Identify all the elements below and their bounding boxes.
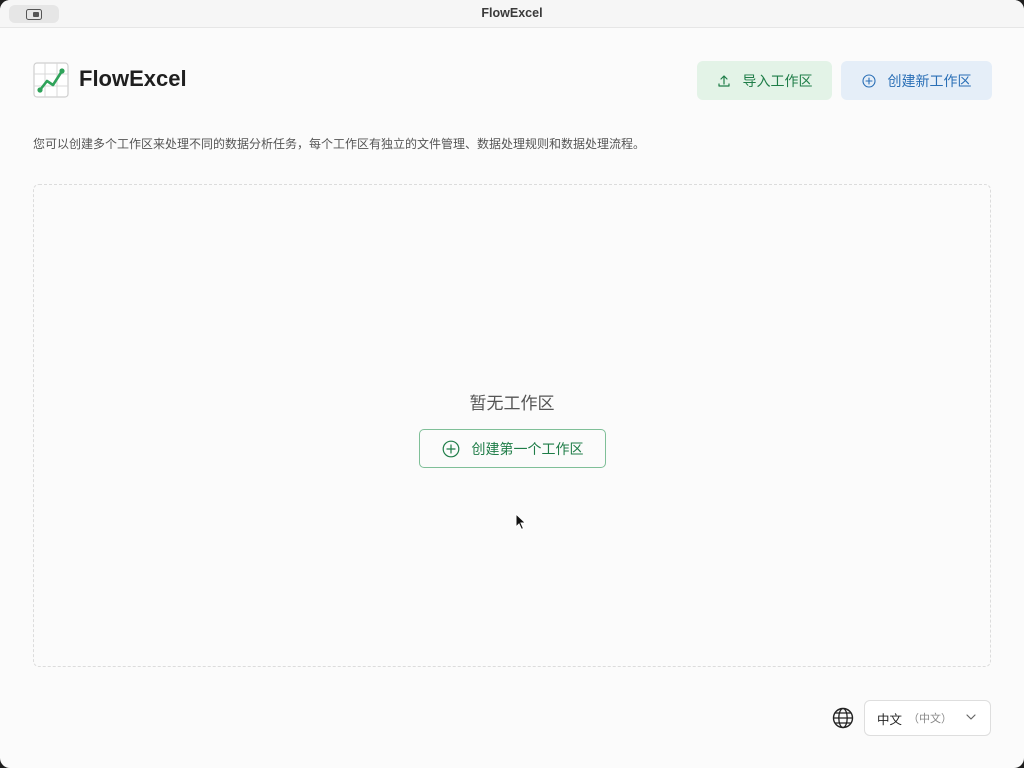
chevron-down-icon — [966, 714, 976, 720]
plus-circle-icon — [442, 440, 459, 457]
create-workspace-button[interactable]: 创建新工作区 — [841, 61, 992, 100]
language-selected-value: 中文 — [877, 711, 903, 727]
language-native-name: （中文） — [908, 712, 953, 725]
mouse-cursor-icon — [515, 513, 527, 531]
empty-state-title: 暂无工作区 — [469, 394, 555, 414]
create-first-workspace-button[interactable]: 创建第一个工作区 — [419, 429, 606, 468]
globe-icon — [832, 707, 854, 729]
import-workspace-label: 导入工作区 — [742, 73, 813, 90]
create-first-workspace-label: 创建第一个工作区 — [471, 441, 584, 458]
create-workspace-label: 创建新工作区 — [887, 73, 972, 90]
plus-circle-icon — [861, 73, 876, 88]
app-window: FlowExcel FlowExcel 导入工作区 创建新工作区 您可以创建多个… — [0, 0, 1024, 768]
upload-icon — [717, 74, 730, 87]
title-bar: FlowExcel — [0, 0, 1024, 28]
import-workspace-button[interactable]: 导入工作区 — [697, 61, 832, 100]
workspace-list-empty: 暂无工作区 创建第一个工作区 — [33, 184, 991, 667]
chart-grid-logo-icon — [33, 62, 69, 98]
page-description: 您可以创建多个工作区来处理不同的数据分析任务，每个工作区有独立的文件管理、数据处… — [33, 137, 646, 151]
window-title: FlowExcel — [481, 6, 543, 20]
language-select[interactable]: 中文 （中文） — [864, 700, 991, 736]
app-name: FlowExcel — [79, 66, 187, 91]
